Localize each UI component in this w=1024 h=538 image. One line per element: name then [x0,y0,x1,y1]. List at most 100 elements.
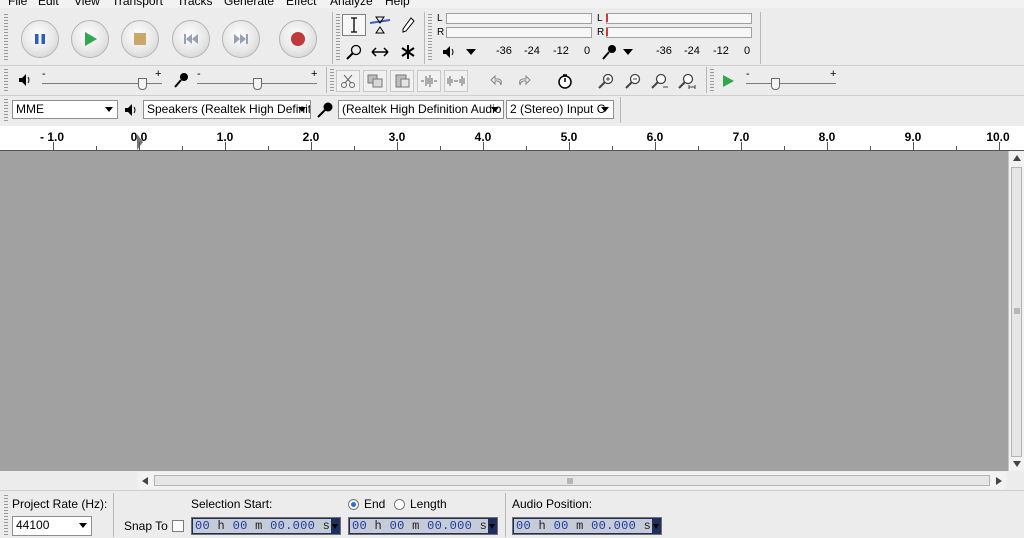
dropdown-arrow-icon [491,107,499,112]
copy-button[interactable] [363,70,387,92]
recording-device-select[interactable]: (Realtek High Definition Audio [338,100,504,119]
audio-position-field[interactable]: 00 h 00 m 00.000 s [512,517,662,535]
record-meter-peak-marker [606,28,608,36]
skip-to-end-button[interactable] [222,20,260,58]
i-beam-icon [351,17,357,33]
toolbar-grip[interactable] [4,495,8,535]
record-meter-scale-24: -24 [684,45,700,57]
toolbar-grip[interactable] [428,14,432,62]
fit-project-button[interactable] [675,70,699,92]
fit-selection-button[interactable] [648,70,672,92]
horizontal-scrollbar[interactable] [138,472,1006,489]
play-meter-left-label: L [437,13,443,24]
menu-help[interactable]: Help [385,0,410,8]
menu-analyze[interactable]: Analyze [330,0,373,8]
undo-button[interactable] [485,70,509,92]
menu-transport[interactable]: Transport [112,0,163,8]
zoom-in-button[interactable] [594,70,618,92]
play-meter-scale-0: 0 [584,45,591,57]
trim-audio-button[interactable] [417,70,441,92]
record-meter-right[interactable] [606,27,752,38]
play-meter-scale-12: -12 [553,45,569,57]
menu-generate[interactable]: Generate [224,0,274,8]
envelope-tool-button[interactable] [368,14,392,36]
selection-tool-button[interactable] [342,14,366,36]
ruler-minor-tick [182,146,183,150]
stop-button[interactable] [121,20,159,58]
toolbar-grip[interactable] [4,14,8,62]
toolbar-grip[interactable] [4,69,8,91]
track-area[interactable] [0,151,1008,471]
recording-channels-select[interactable]: 2 (Stereo) Input C [506,100,614,119]
play-meter-left[interactable] [446,13,592,24]
play-meter-right[interactable] [446,27,592,38]
toolbar-grip[interactable] [330,69,334,91]
playback-speed-minus: - [746,68,750,80]
playback-volume-plus: + [155,68,162,80]
paste-button[interactable] [390,70,414,92]
record-button[interactable] [279,20,317,58]
time-shift-tool-button[interactable] [368,41,392,63]
vertical-scroll-thumb[interactable] [1011,167,1022,457]
end-label: End [364,497,386,511]
ruler-minor-tick [526,146,527,150]
play-head-marker[interactable] [137,134,143,150]
play-at-speed-button[interactable] [716,70,740,92]
project-rate-select[interactable]: 44100 [12,516,92,536]
playback-volume-slider[interactable] [138,78,147,90]
toolbar-row-divider [0,95,1024,96]
ruler-major-tick [569,142,570,150]
menu-effect[interactable]: Effect [286,0,316,8]
snap-to-checkbox[interactable] [172,520,184,532]
silence-audio-button[interactable] [444,70,468,92]
menu-edit[interactable]: Edit [38,0,59,8]
skip-to-start-button[interactable] [172,20,210,58]
pause-button[interactable] [21,20,59,58]
multi-tool-button[interactable] [396,41,420,63]
audio-host-select[interactable]: MME [12,100,118,119]
timeline-ruler[interactable]: - 1.0 0.0 1.0 2.0 3.0 4.0 5.0 6.0 7.0 8.… [0,126,1024,151]
menu-file[interactable]: File [8,0,27,8]
dropdown-arrow-icon [105,107,113,112]
playback-volume-icon [19,74,30,86]
playback-device-select[interactable]: Speakers (Realtek High Definit [143,100,311,119]
snap-to-label: Snap To [124,519,168,533]
ruler-label: 10.0 [986,130,1010,144]
cut-button[interactable] [336,70,360,92]
redo-button[interactable] [512,70,536,92]
ruler-major-tick [913,142,914,150]
toolbar-grip[interactable] [4,99,8,121]
zoom-tool-button[interactable] [342,41,366,63]
record-meter-left-label: L [597,13,603,24]
vertical-scrollbar[interactable] [1008,151,1024,471]
play-button[interactable] [71,20,109,58]
toolbar-grip[interactable] [710,69,714,91]
play-meter-right-label: R [437,27,445,38]
ruler-label: - 1.0 [39,130,65,144]
menu-tracks[interactable]: Tracks [177,0,213,8]
double-arrow-icon [371,47,389,57]
dropdown-arrow-icon [332,524,338,529]
recording-volume-slider[interactable] [253,78,262,90]
play-meter-menu-button[interactable] [442,45,477,59]
playback-speed-slider[interactable] [771,78,780,90]
selection-start-field[interactable]: 00 h 00 m 00.000 s [191,517,341,535]
playback-speed-plus: + [830,68,837,80]
record-meter-peak-marker [606,14,608,22]
length-radio[interactable] [394,499,405,510]
end-radio[interactable] [348,499,359,510]
record-meter-menu-button[interactable] [601,44,634,60]
selection-end-field[interactable]: 00 h 00 m 00.000 s [348,517,498,535]
audio-position-value: 00 h 00 m 00.000 s [514,519,652,533]
record-meter-left[interactable] [606,13,752,24]
zoom-out-button[interactable] [621,70,645,92]
copy-icon [367,74,383,88]
recording-channels-value: 2 (Stereo) Input C [510,102,606,116]
toolbar-grip[interactable] [336,14,340,62]
project-rate-value: 44100 [16,518,50,532]
horizontal-scroll-thumb[interactable] [154,475,990,486]
sync-lock-button[interactable] [553,70,577,92]
ruler-major-tick [655,142,656,150]
menu-view[interactable]: View [74,0,100,8]
draw-tool-button[interactable] [396,14,420,36]
